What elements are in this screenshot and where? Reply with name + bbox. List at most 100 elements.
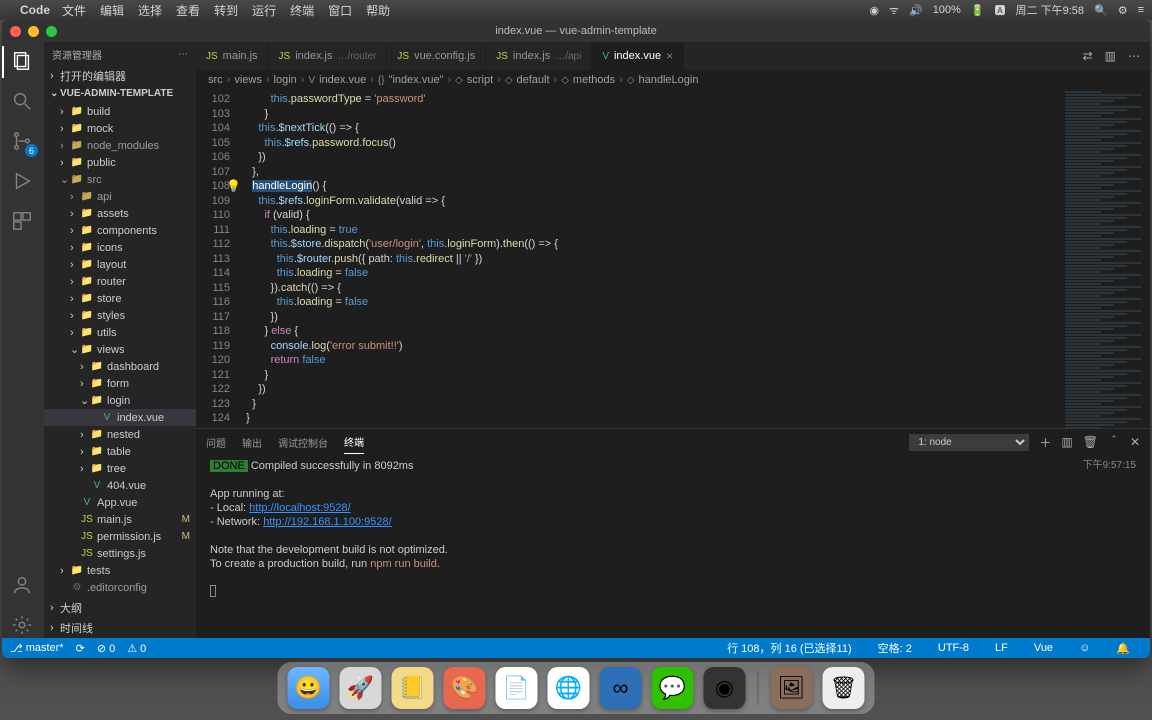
tree-file-index-vue[interactable]: Vindex.vue xyxy=(44,409,196,426)
breadcrumb-item[interactable]: handleLogin xyxy=(639,74,699,86)
dock-textedit-icon[interactable]: 📄 xyxy=(496,667,538,709)
tree-folder-form[interactable]: ›📁form xyxy=(44,375,196,392)
split-editor-icon[interactable]: ▥ xyxy=(1105,49,1116,63)
tree-folder-dashboard[interactable]: ›📁dashboard xyxy=(44,358,196,375)
tree-folder-tests[interactable]: ›📁tests xyxy=(44,562,196,579)
tree-folder-tree[interactable]: ›📁tree xyxy=(44,460,196,477)
spotlight-icon[interactable]: 🔍 xyxy=(1094,4,1108,17)
tree-file-settings-js[interactable]: JSsettings.js xyxy=(44,545,196,562)
control-center-icon[interactable]: ⚙ xyxy=(1118,4,1128,17)
breadcrumb-item[interactable]: "index.vue" xyxy=(389,74,444,86)
dock-launchpad-icon[interactable]: 🚀 xyxy=(340,667,382,709)
menu-window[interactable]: 窗口 xyxy=(328,2,352,19)
indent-setting[interactable]: 空格: 2 xyxy=(878,640,912,656)
volume-icon[interactable]: 🔊 xyxy=(909,4,923,17)
dock-chrome-icon[interactable]: 🌐 xyxy=(548,667,590,709)
dock-notes-icon[interactable]: 📒 xyxy=(392,667,434,709)
menu-edit[interactable]: 编辑 xyxy=(100,2,124,19)
tree-folder-store[interactable]: ›📁store xyxy=(44,290,196,307)
feedback-icon[interactable]: ☺ xyxy=(1079,640,1090,656)
sidebar-more-icon[interactable]: ⋯ xyxy=(178,49,188,60)
menu-select[interactable]: 选择 xyxy=(138,2,162,19)
account-icon[interactable] xyxy=(11,574,35,598)
split-terminal-icon[interactable]: ▥ xyxy=(1061,435,1072,449)
git-sync[interactable]: ⟳ xyxy=(76,642,85,655)
panel-tab-debug[interactable]: 调试控制台 xyxy=(278,431,328,454)
compare-icon[interactable]: ⇄ xyxy=(1083,49,1093,63)
menu-run[interactable]: 运行 xyxy=(252,2,276,19)
encoding[interactable]: UTF-8 xyxy=(938,640,969,656)
battery-icon[interactable]: 🔋 xyxy=(971,4,985,17)
panel-tab-terminal[interactable]: 终端 xyxy=(344,430,364,454)
breadcrumb-item[interactable]: login xyxy=(274,74,297,86)
outline-section[interactable]: ›大纲 xyxy=(44,598,196,618)
titlebar[interactable]: index.vue — vue-admin-template xyxy=(2,20,1150,42)
breadcrumb-item[interactable]: script xyxy=(467,74,493,86)
menu-view[interactable]: 查看 xyxy=(176,2,200,19)
tab-main-js[interactable]: JSmain.js xyxy=(196,42,269,70)
wifi-icon[interactable]: ᯤ xyxy=(889,3,899,18)
settings-gear-icon[interactable] xyxy=(11,614,35,638)
panel-tab-output[interactable]: 输出 xyxy=(242,431,262,454)
tree-file--editorconfig[interactable]: ⚙.editorconfig xyxy=(44,579,196,596)
more-actions-icon[interactable]: ⋯ xyxy=(1128,49,1140,63)
tree-folder-public[interactable]: ›📁public xyxy=(44,154,196,171)
dock-paint-icon[interactable]: 🎨 xyxy=(444,667,486,709)
dock-finder-icon[interactable]: 😀 xyxy=(288,667,330,709)
tree-folder-views[interactable]: ⌄📁views xyxy=(44,341,196,358)
tree-folder-router[interactable]: ›📁router xyxy=(44,273,196,290)
dock-obs-icon[interactable]: ◉ xyxy=(704,667,746,709)
menu-terminal[interactable]: 终端 xyxy=(290,2,314,19)
breadcrumb-item[interactable]: index.vue xyxy=(319,74,366,86)
tree-folder-icons[interactable]: ›📁icons xyxy=(44,239,196,256)
cursor-position[interactable]: 行 108，列 16 (已选择11) xyxy=(727,640,852,656)
tree-folder-table[interactable]: ›📁table xyxy=(44,443,196,460)
tree-folder-api[interactable]: ›📁api xyxy=(44,188,196,205)
new-terminal-icon[interactable]: ＋ xyxy=(1039,434,1051,451)
notifications-icon[interactable]: 🔔 xyxy=(1116,640,1130,656)
notification-icon[interactable]: ≡ xyxy=(1138,4,1144,16)
breadcrumb-item[interactable]: src xyxy=(208,74,223,86)
tree-folder-assets[interactable]: ›📁assets xyxy=(44,205,196,222)
menu-help[interactable]: 帮助 xyxy=(366,2,390,19)
terminal-selector[interactable]: 1: node xyxy=(909,434,1029,451)
panel-tab-problems[interactable]: 问题 xyxy=(206,431,226,454)
tree-folder-build[interactable]: ›📁build xyxy=(44,103,196,120)
maximize-panel-icon[interactable]: ＾ xyxy=(1108,434,1120,451)
breadcrumb-item[interactable]: views xyxy=(234,74,262,86)
breadcrumb-item[interactable]: default xyxy=(517,74,550,86)
menu-file[interactable]: 文件 xyxy=(62,2,86,19)
lightbulb-icon[interactable]: 💡 xyxy=(226,179,241,193)
terminal-output[interactable]: 下午9:57:15 DONE Compiled successfully in … xyxy=(196,455,1150,638)
menu-goto[interactable]: 转到 xyxy=(214,2,238,19)
tab-vue-config-js[interactable]: JSvue.config.js xyxy=(387,42,486,70)
tree-folder-styles[interactable]: ›📁styles xyxy=(44,307,196,324)
tree-file-main-js[interactable]: JSmain.jsM xyxy=(44,511,196,528)
maximize-window-button[interactable] xyxy=(46,26,57,37)
dock-wechat-icon[interactable]: 💬 xyxy=(652,667,694,709)
app-name[interactable]: Code xyxy=(20,3,50,17)
minimap[interactable] xyxy=(1060,90,1150,428)
tree-folder-src[interactable]: ⌄📁src xyxy=(44,171,196,188)
tree-file-permission-js[interactable]: JSpermission.jsM xyxy=(44,528,196,545)
explorer-icon[interactable] xyxy=(11,50,35,74)
tree-folder-nested[interactable]: ›📁nested xyxy=(44,426,196,443)
errors-count[interactable]: ⊘ 0 xyxy=(97,642,115,655)
record-icon[interactable]: ◉ xyxy=(869,4,879,17)
tree-folder-utils[interactable]: ›📁utils xyxy=(44,324,196,341)
tree-folder-node_modules[interactable]: ›📁node_modules xyxy=(44,137,196,154)
breadcrumbs[interactable]: src›views›login›Vindex.vue›{}"index.vue"… xyxy=(196,70,1150,90)
tab-index-vue[interactable]: Vindex.vue× xyxy=(592,42,684,70)
breadcrumb-item[interactable]: methods xyxy=(573,74,615,86)
tree-folder-components[interactable]: ›📁components xyxy=(44,222,196,239)
tree-folder-layout[interactable]: ›📁layout xyxy=(44,256,196,273)
tab-index-js[interactable]: JSindex.js…/router xyxy=(269,42,388,70)
clock[interactable]: 周二 下午9:58 xyxy=(1016,2,1084,18)
extensions-icon[interactable] xyxy=(11,210,35,234)
tab-close-icon[interactable]: × xyxy=(666,49,673,63)
close-panel-icon[interactable]: ✕ xyxy=(1130,435,1140,449)
dock-photo-icon[interactable]: 🖼 xyxy=(771,667,813,709)
source-control-icon[interactable]: 6 xyxy=(11,130,35,154)
tree-folder-login[interactable]: ⌄📁login xyxy=(44,392,196,409)
tree-folder-mock[interactable]: ›📁mock xyxy=(44,120,196,137)
